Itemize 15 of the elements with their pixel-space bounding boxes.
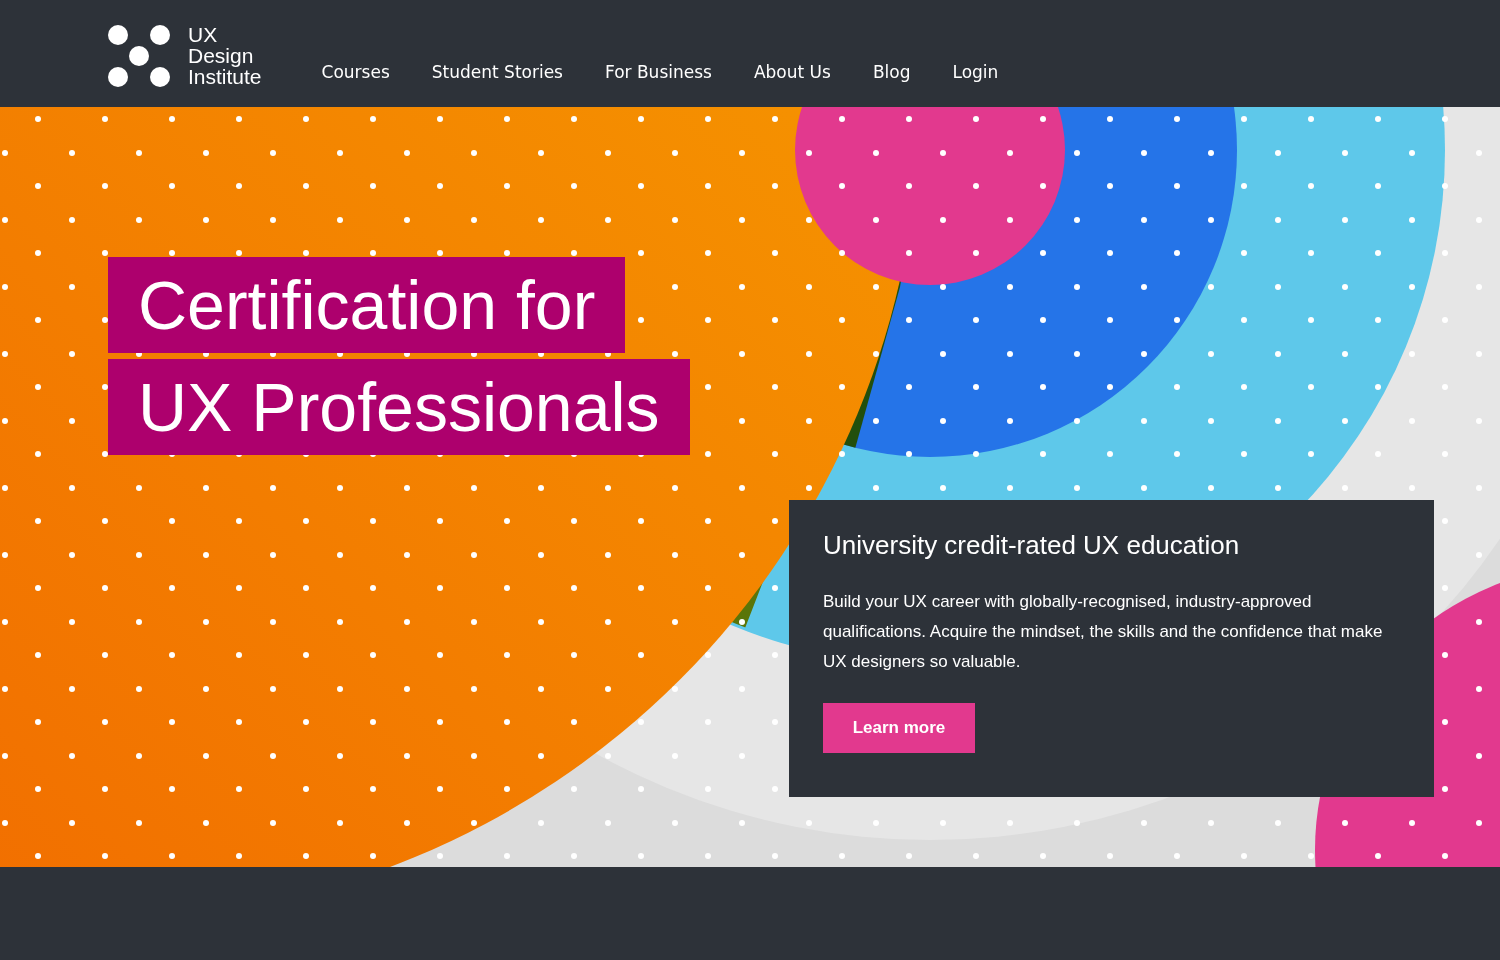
card-title: University credit-rated UX education — [823, 530, 1241, 561]
nav-link[interactable]: Blog — [872, 62, 911, 82]
logo-text: Design — [188, 45, 255, 66]
headline: UX Professionals — [108, 359, 690, 455]
logo-text: Institute — [188, 66, 262, 87]
nav-link[interactable]: Courses — [321, 62, 390, 82]
nav-link[interactable]: Student Stories — [431, 62, 563, 82]
nav-link[interactable]: Login — [952, 62, 999, 82]
card-body: Build your UX career with globally-recognised, industry-approved qualifications. Acquire the mindset, the skills and the confidence that make UX designers so valuable. — [823, 591, 1384, 673]
nav-link[interactable]: For Business — [605, 62, 712, 82]
logo-dots-icon — [108, 24, 170, 87]
headline: Certification for — [108, 257, 626, 353]
logo-text: UX — [188, 24, 219, 45]
nav-link[interactable]: About Us — [753, 62, 831, 82]
learn-more-button[interactable]: Learn more — [823, 703, 975, 753]
